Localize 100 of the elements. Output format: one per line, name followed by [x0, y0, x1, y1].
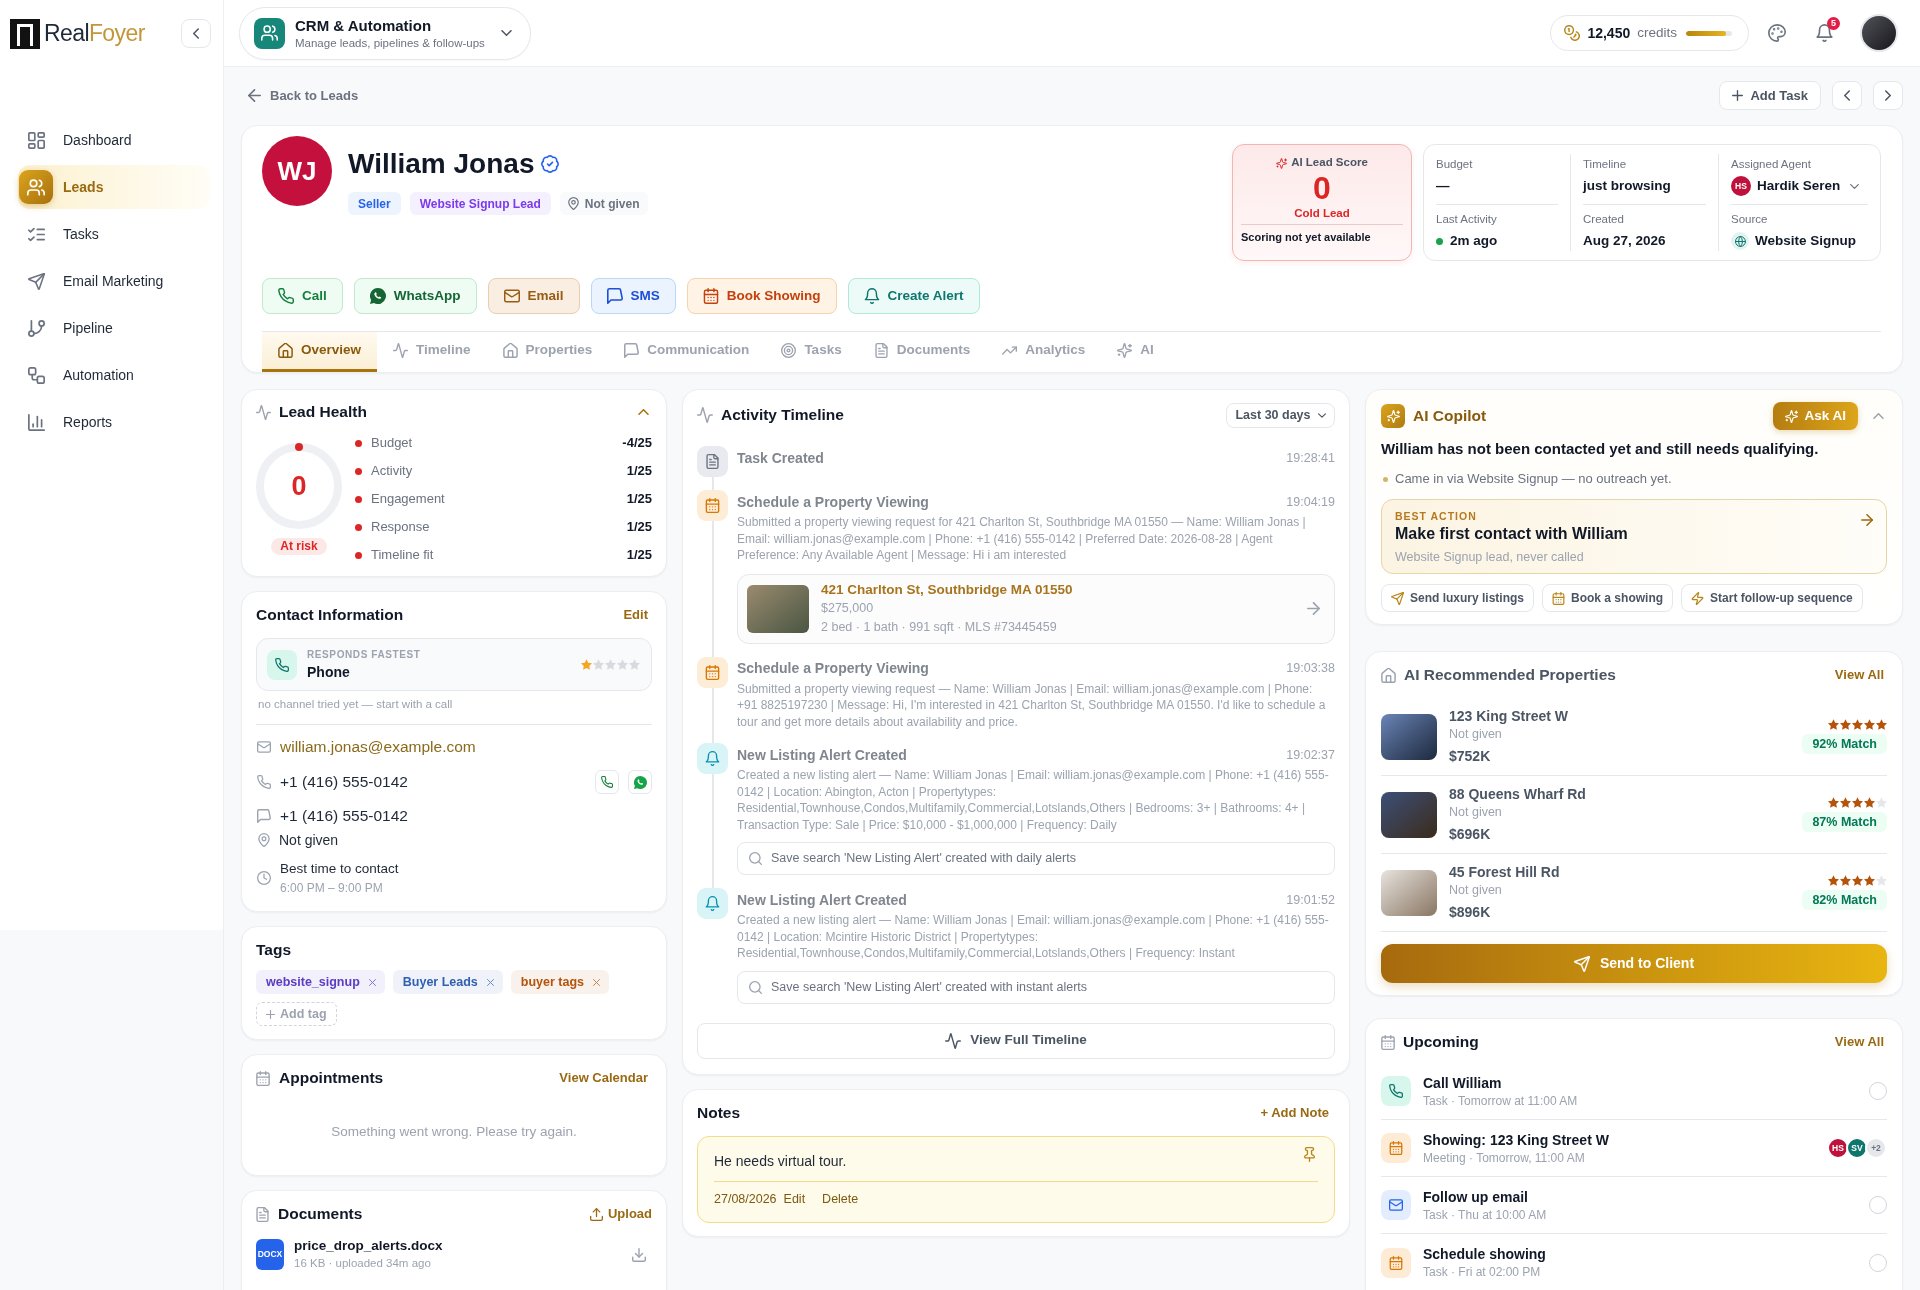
sidebar-item[interactable]: Dashboard [18, 118, 210, 162]
calendar-icon [702, 288, 719, 304]
arrow-right-icon [1307, 602, 1320, 615]
event-description: Submitted a property viewing request — Name: William Jonas | Email: william.jonas@example.com | Phone: +91 8825197230 | Message: Hi, I'm interested in 421 Charlton St, Southbridge MA 01550. I'd like to schedule a tour and get more details about availability and price. [737, 680, 1327, 730]
note-action-link[interactable]: Delete [822, 1190, 859, 1209]
sidebar-item[interactable]: Reports [18, 400, 210, 444]
action-button[interactable]: Call [262, 278, 343, 314]
complete-checkbox[interactable] [1869, 1196, 1887, 1214]
action-button[interactable]: Create Alert [847, 278, 980, 314]
previous-lead-button[interactable] [1832, 81, 1862, 110]
score-category: Cold Lead [1294, 206, 1350, 221]
property-location: Not given [1449, 881, 1503, 899]
close-icon[interactable] [486, 978, 494, 986]
event-title: New Listing Alert Created [737, 890, 907, 910]
home-icon [278, 343, 293, 358]
detail-label: Created [1583, 212, 1625, 226]
sidebar-item[interactable]: Leads [18, 165, 210, 209]
email-link[interactable]: william.jonas@example.com [280, 735, 476, 759]
palette-button[interactable] [1766, 22, 1788, 44]
star-icon [605, 659, 616, 670]
add-task-button[interactable]: Add Task [1719, 81, 1821, 110]
upload-icon [589, 1207, 603, 1221]
credits-amount: 12,450 [1587, 23, 1631, 43]
view-full-timeline-button[interactable]: View Full Timeline [697, 1022, 1335, 1059]
complete-checkbox[interactable] [1869, 1082, 1887, 1100]
user-avatar[interactable] [1860, 14, 1898, 52]
fastest-channel: Phone [307, 662, 351, 682]
document-icon [256, 1206, 269, 1222]
copilot-point: Came in via Website Signup — no outreach yet. [1395, 470, 1672, 489]
upcoming-item[interactable]: Schedule showing Task · Fri at 02:00 PM [1381, 1234, 1887, 1290]
pulse-icon [697, 407, 713, 423]
back-link[interactable]: Back to Leads [241, 85, 359, 106]
event-time: 19:02:37 [1286, 746, 1335, 764]
view-calendar-link[interactable]: View Calendar [559, 1068, 648, 1088]
factor-label: Response [371, 518, 431, 537]
upcoming-item[interactable]: Showing: 123 King Street W Meeting · Tomorrow, 11:00 AM HS SV +2 [1381, 1120, 1887, 1177]
date-range-dropdown[interactable]: Last 30 days [1226, 402, 1335, 428]
collapse-sidebar-button[interactable] [181, 19, 211, 48]
phone-icon [1381, 1076, 1411, 1106]
call-button[interactable] [595, 770, 619, 794]
phone-icon [267, 649, 297, 680]
property-address: 88 Queens Wharf Rd [1449, 784, 1587, 803]
action-button[interactable]: Book Showing [686, 278, 837, 314]
upcoming-title: Call William [1423, 1073, 1503, 1092]
sidebar-item[interactable]: Automation [18, 353, 210, 397]
note-action-link[interactable]: Edit [783, 1190, 806, 1209]
close-icon[interactable] [593, 978, 601, 986]
upcoming-item[interactable]: Follow up email Task · Thu at 10:00 AM [1381, 1177, 1887, 1234]
suggestion-button[interactable]: Book a showing [1542, 584, 1674, 612]
event-title: Task Created [737, 448, 824, 468]
suggestion-button[interactable]: Send luxury listings [1381, 584, 1535, 612]
paper-plane-icon [1573, 955, 1590, 972]
star-icon [1828, 875, 1839, 886]
suggestion-button[interactable]: Start follow-up sequence [1681, 584, 1863, 612]
match-score: 82% Match [1802, 890, 1887, 910]
agent-dropdown[interactable]: HS Hardik Seren [1731, 175, 1860, 197]
match-score: 92% Match [1802, 734, 1887, 754]
sidebar-item[interactable]: Email Marketing [18, 259, 210, 303]
chat-button[interactable] [628, 770, 652, 794]
trend-up-icon [1002, 343, 1018, 358]
add-note-link[interactable]: + Add Note [1260, 1102, 1329, 1123]
chat-bubble-icon [606, 288, 623, 304]
action-button[interactable]: WhatsApp [353, 278, 477, 314]
chevron-up-icon [637, 409, 649, 415]
close-icon[interactable] [368, 978, 376, 986]
download-icon[interactable] [632, 1247, 646, 1262]
property-row[interactable]: 45 Forest Hill Rd Not given $896K 82% Match [1381, 854, 1887, 932]
plus-icon [1732, 90, 1744, 101]
property-card[interactable]: 421 Charlton St, Southbridge MA 01550 $275,000 2 bed · 1 bath · 991 sqft · MLS #73445459 [737, 573, 1335, 644]
tab[interactable]: Overview [262, 332, 378, 372]
action-button[interactable]: SMS [590, 278, 676, 314]
module-switcher[interactable]: CRM & Automation Manage leads, pipelines & follow-ups [239, 6, 531, 60]
star-icon [581, 659, 592, 670]
best-action-title: Make first contact with William [1395, 524, 1629, 544]
view-all-link[interactable]: View All [1834, 665, 1884, 685]
best-action-panel[interactable]: BEST ACTION Make first contact with William Website Signup lead, never called [1381, 499, 1887, 574]
more-attendees: +2 [1865, 1137, 1887, 1159]
notifications-button[interactable]: 5 [1808, 17, 1840, 49]
star-icon [1852, 797, 1863, 808]
action-button[interactable]: Email [487, 278, 580, 314]
property-row[interactable]: 88 Queens Wharf Rd Not given $696K 87% Match [1381, 776, 1887, 854]
property-row[interactable]: 123 King Street W Not given $752K 92% Match [1381, 698, 1887, 776]
event-time: 19:03:38 [1286, 660, 1335, 678]
factor-label: Timeline fit [371, 546, 435, 565]
event-description: Created a new listing alert — Name: William Jonas | Email: william.jonas@example.com | Phone: +1 (416) 555-0142 | Location: Mcintire Historic District | Propertytypes: Residential,Townhouse,Condos,Multifamily,Commercial,Lotslands,Others | Frequency: Instant [737, 912, 1330, 962]
view-all-link[interactable]: View All [1834, 1032, 1884, 1052]
edit-link[interactable]: Edit [623, 605, 648, 625]
card-title: Notes [697, 1102, 741, 1123]
complete-checkbox[interactable] [1869, 1253, 1887, 1272]
upcoming-item[interactable]: Call William Task · Tomorrow at 11:00 AM [1381, 1063, 1887, 1120]
notification-badge: 5 [1827, 17, 1840, 30]
upload-link[interactable]: Upload [589, 1204, 652, 1224]
sidebar-item[interactable]: Pipeline [18, 306, 210, 350]
bell-icon [863, 288, 880, 304]
next-lead-button[interactable] [1873, 81, 1903, 110]
sidebar-item[interactable]: Tasks [18, 212, 210, 256]
event-time: 19:28:41 [1286, 449, 1335, 467]
calendar-icon [1381, 1133, 1411, 1163]
pin-icon[interactable] [1304, 1146, 1315, 1162]
event-time: 19:01:52 [1286, 891, 1335, 909]
